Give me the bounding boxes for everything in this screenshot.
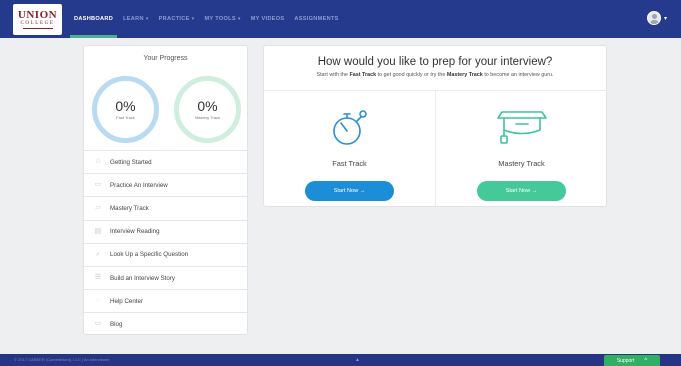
blog-icon: ▭ xyxy=(94,320,102,328)
mastery-track-progress-ring: 0% Mastery Track xyxy=(174,76,241,143)
chevron-down-icon: ▾ xyxy=(237,16,241,22)
stopwatch-icon xyxy=(264,106,435,148)
menu-item-mastery-track[interactable]: ▱ Mastery Track xyxy=(84,196,247,219)
prep-sub-text: Start with the xyxy=(316,72,348,78)
prep-sub-fast-track: Fast Track xyxy=(349,72,377,78)
menu-item-label: Blog xyxy=(110,320,123,328)
avatar-icon[interactable] xyxy=(646,11,661,25)
list-icon: ☰ xyxy=(94,274,102,282)
fast-track-ring-label: Fast Track xyxy=(116,115,135,120)
footer-up-icon: ▲ xyxy=(355,357,360,363)
nav-item-my-videos[interactable]: MY VIDEOS xyxy=(251,0,285,38)
logo-sub-text: COLLEGE xyxy=(20,21,55,26)
nav-item-label: ASSIGNMENTS xyxy=(294,16,339,22)
nav-item-learn[interactable]: LEARN ▾ xyxy=(123,0,149,38)
nav-item-label: DASHBOARD xyxy=(74,16,114,22)
fast-track-option: Fast Track Start Now → xyxy=(264,106,435,201)
logo-rule xyxy=(22,28,53,29)
logo-main-text: UNION xyxy=(17,9,58,21)
search-icon: ⌕ xyxy=(96,250,100,258)
chevron-down-icon: ▾ xyxy=(145,16,149,22)
prep-sub-text: to become an interview guru. xyxy=(484,72,554,78)
menu-item-getting-started[interactable]: ☆ Getting Started xyxy=(84,150,247,173)
menu-item-blog[interactable]: ▭ Blog xyxy=(84,312,247,335)
main-nav: DASHBOARD LEARN ▾ PRACTICE ▾ MY TOOLS ▾ MY … xyxy=(69,0,349,38)
fast-track-name: Fast Track xyxy=(332,159,367,168)
menu-item-look-up-question[interactable]: ⌕ Look Up a Specific Question xyxy=(84,242,247,266)
progress-panel: Your Progress 0% Fast Track 0% Mastery T… xyxy=(83,45,248,335)
fast-track-progress-ring: 0% Fast Track xyxy=(92,76,159,143)
support-button[interactable]: Support ^ xyxy=(604,355,660,366)
cap-icon: ▱ xyxy=(95,204,101,212)
mastery-track-name: Mastery Track xyxy=(498,159,545,168)
help-icon: ◌ xyxy=(95,297,101,305)
college-logo[interactable]: UNION COLLEGE xyxy=(13,4,62,35)
nav-item-assignments[interactable]: ASSIGNMENTS xyxy=(294,0,338,38)
mastery-track-percent: 0% xyxy=(197,98,218,114)
prep-subheading: Start with the Fast Track to get good qu… xyxy=(264,72,606,78)
star-icon: ☆ xyxy=(94,158,102,166)
mastery-track-ring-label: Mastery Track xyxy=(194,115,221,120)
mastery-track-start-button[interactable]: Start Now → xyxy=(477,181,566,201)
nav-item-dashboard[interactable]: DASHBOARD xyxy=(69,0,118,38)
footer-copyright: © 2017 CAREER (Careerlinked), LLC | An I… xyxy=(14,357,110,362)
menu-item-label: Build an Interview Story xyxy=(110,274,175,282)
progress-menu: ☆ Getting Started ▭ Practice An Intervie… xyxy=(84,150,247,336)
menu-item-interview-reading[interactable]: ▤ Interview Reading xyxy=(84,219,247,243)
menu-item-label: Practice An Interview xyxy=(110,181,168,189)
menu-item-label: Interview Reading xyxy=(110,228,160,236)
fast-track-start-button[interactable]: Start Now → xyxy=(305,181,394,201)
menu-item-practice-an-interview[interactable]: ▭ Practice An Interview xyxy=(84,173,247,196)
graduation-cap-icon xyxy=(436,106,607,148)
support-label: Support xyxy=(616,357,635,364)
nav-item-label: MY VIDEOS xyxy=(250,16,285,22)
progress-title: Your Progress xyxy=(143,55,188,62)
fast-track-percent: 0% xyxy=(115,98,136,114)
nav-item-label: PRACTICE xyxy=(158,16,190,22)
nav-item-label: LEARN xyxy=(123,16,144,22)
nav-item-my-tools[interactable]: MY TOOLS ▾ xyxy=(204,0,240,38)
menu-item-label: Look Up a Specific Question xyxy=(110,251,189,259)
chevron-up-icon: ^ xyxy=(644,357,648,364)
camera-icon: ▭ xyxy=(94,181,102,189)
chevron-down-icon[interactable]: ▾ xyxy=(664,15,667,22)
prep-heading: How would you like to prep for your inte… xyxy=(317,56,553,68)
book-icon: ▤ xyxy=(94,227,102,235)
nav-item-practice[interactable]: PRACTICE ▾ xyxy=(159,0,195,38)
menu-item-label: Help Center xyxy=(110,297,144,305)
footer: © 2017 CAREER (Careerlinked), LLC | An I… xyxy=(0,354,681,366)
prep-sub-mastery-track: Mastery Track xyxy=(446,72,483,78)
menu-item-help-center[interactable]: ◌ Help Center xyxy=(84,289,247,312)
nav-item-label: MY TOOLS xyxy=(204,16,236,22)
menu-item-label: Getting Started xyxy=(110,158,152,166)
user-menu[interactable]: ▾ xyxy=(646,11,667,25)
top-navigation-bar: UNION COLLEGE DASHBOARD LEARN ▾ PRACTICE ▾… xyxy=(0,0,681,38)
chevron-down-icon: ▾ xyxy=(191,16,195,22)
mastery-track-option: Mastery Track Start Now → xyxy=(436,106,607,201)
prep-sub-text: to get good quickly or try the xyxy=(377,72,446,78)
menu-item-label: Mastery Track xyxy=(110,204,149,212)
menu-item-build-story[interactable]: ☰ Build an Interview Story xyxy=(84,265,247,289)
prep-card: How would you like to prep for your inte… xyxy=(263,45,607,207)
